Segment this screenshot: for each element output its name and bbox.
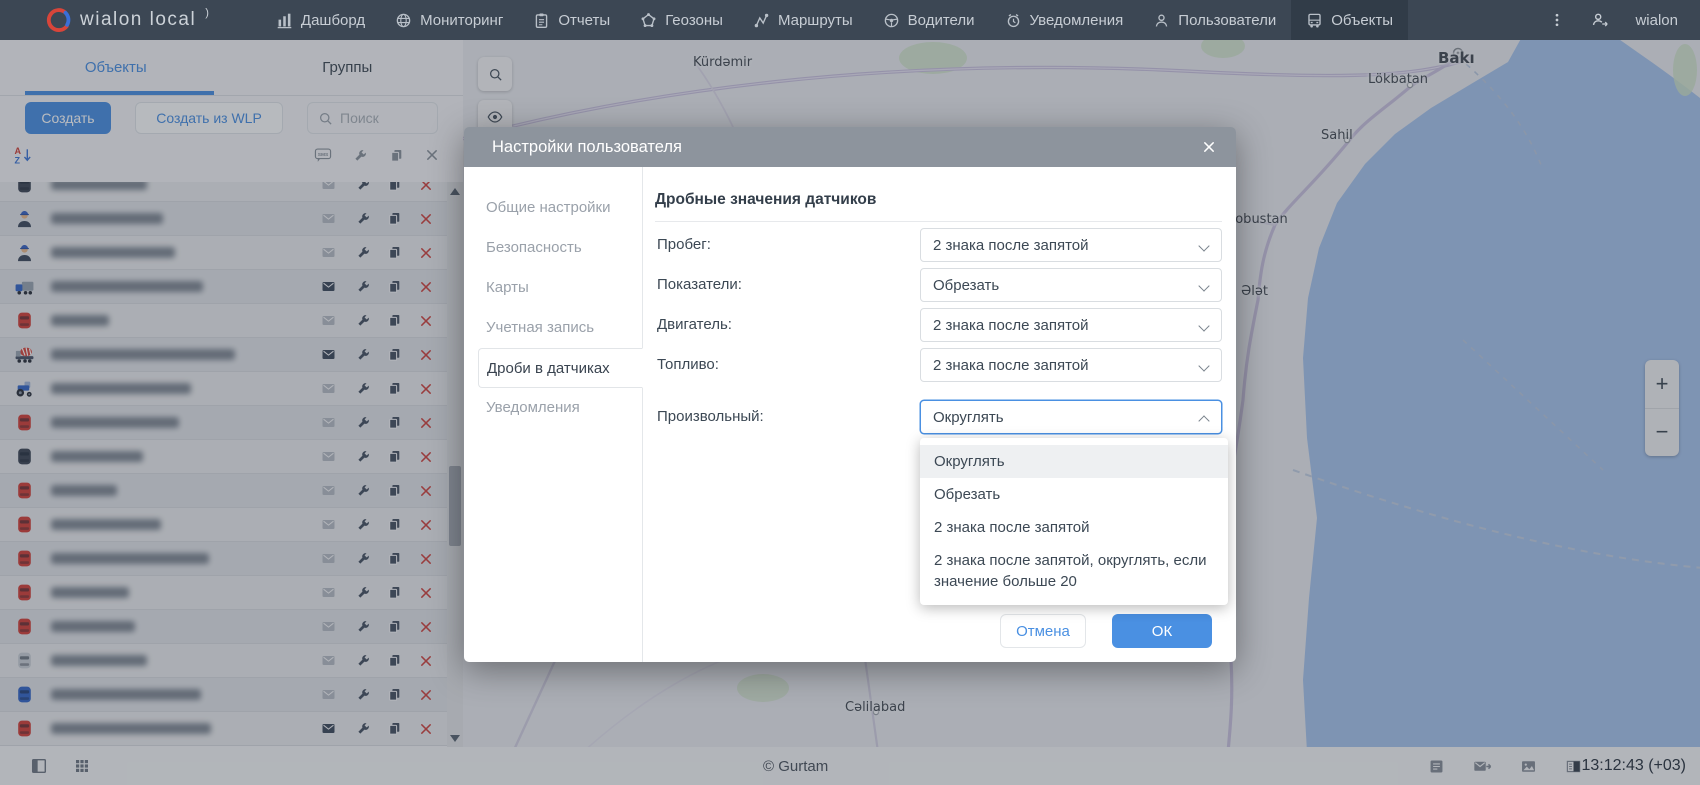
section-title: Дробные значения датчиков — [655, 191, 877, 208]
wialon-logo[interactable]: wialon local ) — [46, 7, 209, 33]
menu-item-label: Геозоны — [665, 11, 723, 29]
dropdown-option-1[interactable]: Округлять — [920, 445, 1228, 478]
topbar-right: wialon — [1549, 11, 1700, 29]
routes-icon — [753, 12, 770, 29]
settings-nav-3[interactable]: Карты — [464, 268, 642, 308]
select-1[interactable]: 2 знака после запятой — [920, 228, 1222, 262]
select-4[interactable]: 2 знака после запятой — [920, 348, 1222, 382]
logo-antenna-mark: ) — [205, 7, 209, 19]
reports-icon — [533, 12, 550, 29]
settings-nav-5[interactable]: Дроби в датчиках — [478, 348, 643, 388]
wialon-app: wialon local ) Дашборд Мониторинг Отчеты Ге… — [0, 0, 1700, 785]
geofences-icon — [640, 12, 657, 29]
menu-item-label: Пользователи — [1178, 11, 1277, 29]
menu-item-4[interactable]: Геозоны — [625, 0, 738, 40]
dialog-title: Настройки пользователя — [492, 137, 682, 156]
menu-item-6[interactable]: Водители — [868, 0, 990, 40]
settings-nav-2[interactable]: Безопасность — [464, 228, 642, 268]
settings-nav-4[interactable]: Учетная запись — [464, 308, 642, 348]
notifications-icon — [1005, 12, 1022, 29]
dropdown-options-panel: Округлять Обрезать 2 знака после запятой 2 … — [920, 438, 1228, 605]
ok-button[interactable]: ОК — [1112, 614, 1212, 648]
drivers-icon — [883, 12, 900, 29]
menu-item-label: Дашборд — [300, 11, 366, 29]
select-value: 2 знака после запятой — [933, 356, 1089, 374]
settings-nav-1[interactable]: Общие настройки — [464, 188, 642, 228]
menu-item-label: Отчеты — [558, 11, 611, 29]
menu-item-1[interactable]: Дашборд — [261, 0, 380, 40]
user-switch-icon[interactable] — [1591, 11, 1609, 29]
menu-item-label: Водители — [907, 11, 975, 29]
menu-item-8[interactable]: Пользователи — [1138, 0, 1291, 40]
chevron-down-icon — [1198, 360, 1210, 372]
dashboard-icon — [276, 12, 293, 29]
field-label: Произвольный: — [657, 408, 764, 425]
field-label: Пробег: — [657, 236, 711, 253]
menu-item-5[interactable]: Маршруты — [738, 0, 868, 40]
select-5-open[interactable]: Округлять — [920, 400, 1222, 434]
field-label: Показатели: — [657, 276, 742, 293]
dropdown-option-4[interactable]: 2 знака после запятой, округлять, если з… — [920, 544, 1228, 598]
close-icon[interactable] — [1202, 140, 1216, 154]
monitoring-icon — [395, 12, 412, 29]
user-settings-dialog: Настройки пользователя Общие настройки Бе… — [464, 127, 1236, 662]
more-menu-icon[interactable] — [1549, 12, 1565, 28]
select-2[interactable]: Обрезать — [920, 268, 1222, 302]
main-menu: Дашборд Мониторинг Отчеты Геозоны Маршруты Во… — [261, 0, 1409, 40]
menu-item-7[interactable]: Уведомления — [990, 0, 1139, 40]
field-label: Топливо: — [657, 356, 719, 373]
section-divider — [655, 221, 1222, 222]
settings-nav-6[interactable]: Уведомления — [464, 388, 642, 428]
field-label: Двигатель: — [657, 316, 732, 333]
dialog-body: Общие настройки Безопасность Карты Учетная … — [464, 167, 1236, 662]
select-value: 2 знака после запятой — [933, 236, 1089, 254]
logo-text: wialon local — [80, 9, 197, 30]
menu-item-label: Мониторинг — [420, 11, 504, 29]
menu-item-label: Объекты — [1331, 11, 1394, 29]
dropdown-option-3[interactable]: 2 знака после запятой — [920, 511, 1228, 544]
wialon-logo-icon — [46, 7, 71, 33]
select-value: Обрезать — [933, 276, 1000, 294]
menu-item-label: Маршруты — [777, 11, 853, 29]
users-icon — [1153, 12, 1170, 29]
select-value: Округлять — [933, 408, 1004, 426]
top-navigation-bar: wialon local ) Дашборд Мониторинг Отчеты Ге… — [0, 0, 1700, 40]
select-3[interactable]: 2 знака после запятой — [920, 308, 1222, 342]
menu-item-2[interactable]: Мониторинг — [380, 0, 518, 40]
menu-item-label: Уведомления — [1029, 11, 1124, 29]
dialog-header[interactable]: Настройки пользователя — [464, 127, 1236, 167]
chevron-up-icon — [1198, 415, 1210, 427]
current-user[interactable]: wialon — [1635, 12, 1678, 29]
dropdown-option-2[interactable]: Обрезать — [920, 478, 1228, 511]
menu-item-3[interactable]: Отчеты — [518, 0, 625, 40]
chevron-down-icon — [1198, 240, 1210, 252]
units-icon — [1306, 12, 1323, 29]
cancel-button[interactable]: Отмена — [1000, 614, 1086, 648]
chevron-down-icon — [1198, 320, 1210, 332]
settings-nav: Общие настройки Безопасность Карты Учетная … — [464, 167, 643, 662]
chevron-down-icon — [1198, 280, 1210, 292]
menu-item-9[interactable]: Объекты — [1291, 0, 1409, 40]
select-value: 2 знака после запятой — [933, 316, 1089, 334]
